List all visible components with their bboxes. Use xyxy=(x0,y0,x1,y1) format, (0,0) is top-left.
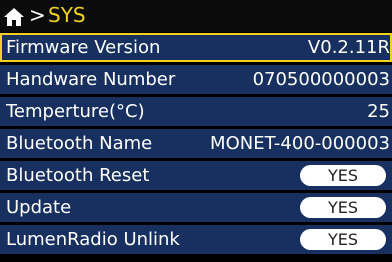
row-bluetooth-reset[interactable]: Bluetooth Reset YES xyxy=(0,161,392,190)
row-value: V0.2.11R xyxy=(307,37,390,58)
row-hardware-number[interactable]: Handware Number 070500000003 xyxy=(0,65,392,94)
breadcrumb-separator: > xyxy=(29,3,46,27)
header-bar: > SYS xyxy=(0,0,392,32)
row-label: Temperture(°C) xyxy=(6,101,145,122)
row-update[interactable]: Update YES xyxy=(0,193,392,222)
row-label: Update xyxy=(6,197,72,218)
row-label: Handware Number xyxy=(6,69,176,90)
row-value: 070500000003 xyxy=(252,69,390,90)
page-title: SYS xyxy=(48,3,86,27)
update-yes-button[interactable]: YES xyxy=(300,197,386,218)
bluetooth-reset-yes-button[interactable]: YES xyxy=(300,165,386,186)
row-label: LumenRadio Unlink xyxy=(6,229,180,250)
row-value: MONET-400-000003 xyxy=(210,133,390,154)
row-firmware-version[interactable]: Firmware Version V0.2.11R xyxy=(0,33,392,62)
row-value: 25 xyxy=(367,101,390,122)
row-temperature[interactable]: Temperture(°C) 25 xyxy=(0,97,392,126)
lumenradio-unlink-yes-button[interactable]: YES xyxy=(300,229,386,250)
row-label: Bluetooth Reset xyxy=(6,165,150,186)
home-icon[interactable] xyxy=(3,7,25,27)
row-label: Bluetooth Name xyxy=(6,133,153,154)
row-label: Firmware Version xyxy=(6,37,161,58)
row-bluetooth-name[interactable]: Bluetooth Name MONET-400-000003 xyxy=(0,129,392,158)
row-lumenradio-unlink[interactable]: LumenRadio Unlink YES xyxy=(0,225,392,254)
